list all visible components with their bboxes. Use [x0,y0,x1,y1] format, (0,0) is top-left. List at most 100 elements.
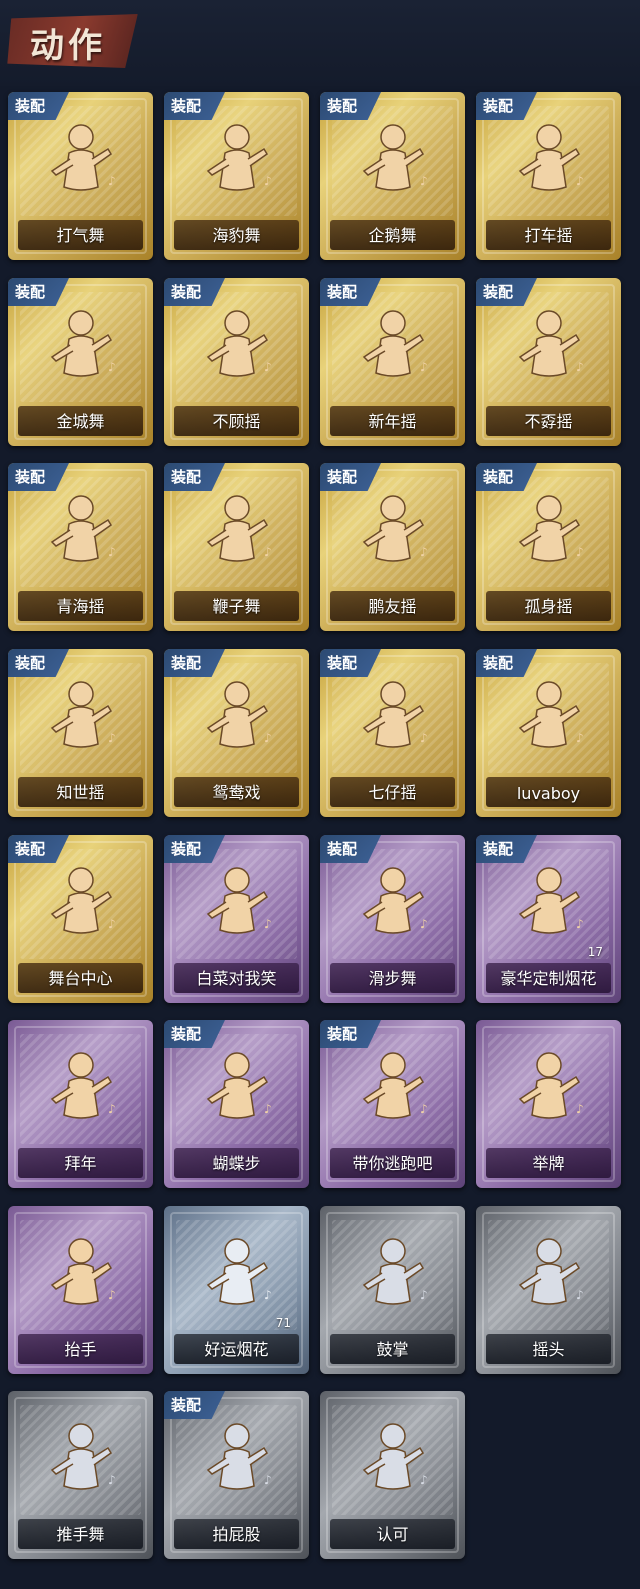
action-card[interactable]: ♪ 好运烟花 71 [164,1206,309,1374]
svg-text:♪: ♪ [576,917,584,931]
action-label: 豪华定制烟花 [500,969,597,988]
item-count: 71 [275,1316,291,1330]
svg-text:♪: ♪ [420,360,428,374]
dance-pose-icon: ♪ [8,853,153,953]
svg-text:♪: ♪ [420,174,428,188]
svg-text:♪: ♪ [108,1288,116,1302]
firework-can-icon: ♪ [164,1224,309,1324]
svg-text:♪: ♪ [576,360,584,374]
action-card[interactable]: ♪ 新年摇 装配 [320,278,465,446]
action-label: 打气舞 [56,226,105,245]
dance-pose-icon: ♪ [164,667,309,767]
action-label: 打车摇 [524,226,573,245]
raise-hand-icon: ♪ [8,1224,153,1324]
action-card[interactable]: ♪ 舞台中心 装配 [8,835,153,1003]
svg-text:♪: ♪ [264,917,272,931]
action-card[interactable]: ♪ 七仔摇 装配 [320,649,465,817]
action-card[interactable]: ♪ 打气舞 装配 [8,92,153,260]
svg-text:♪: ♪ [576,174,584,188]
dance-pose-icon: ♪ [164,853,309,953]
action-card[interactable]: ♪ 拍屁股 装配 [164,1391,309,1559]
shake-head-icon: ♪ [476,1224,621,1324]
action-card[interactable]: ♪ 拜年 [8,1020,153,1188]
action-card[interactable]: ♪ 孤身摇 装配 [476,463,621,631]
action-label: 拜年 [64,1154,97,1173]
svg-text:♪: ♪ [420,917,428,931]
action-label: 好运烟花 [204,1340,269,1359]
svg-text:♪: ♪ [420,1288,428,1302]
svg-text:♪: ♪ [264,731,272,745]
svg-text:♪: ♪ [108,545,116,559]
greeting-pose-icon: ♪ [8,1038,153,1138]
svg-text:♪: ♪ [264,1102,272,1116]
action-label: 青海摇 [56,597,105,616]
action-card[interactable]: ♪ 豪华定制烟花 装配 17 [476,835,621,1003]
clap-icon: ♪ [320,1224,465,1324]
dance-pose-icon: ♪ [476,296,621,396]
action-label: 不孬摇 [524,412,573,431]
dance-pose-icon: ♪ [320,481,465,581]
svg-text:♪: ♪ [108,360,116,374]
item-count: 17 [587,945,603,959]
action-label: 举牌 [532,1154,565,1173]
action-card[interactable]: ♪ 不孬摇 装配 [476,278,621,446]
action-card[interactable]: ♪ 鸳鸯戏 装配 [164,649,309,817]
dance-pose-icon: ♪ [8,110,153,210]
action-label: 鼓掌 [376,1340,409,1359]
svg-text:♪: ♪ [576,1288,584,1302]
hold-sign-icon: ♪ [476,1038,621,1138]
action-label: 鸳鸯戏 [212,783,261,802]
action-label: 摇头 [532,1340,565,1359]
thumbs-up-icon: ♪ [320,1409,465,1509]
dance-pose-icon: ♪ [164,296,309,396]
svg-text:♪: ♪ [576,731,584,745]
pat-icon: ♪ [164,1409,309,1509]
dance-pose-icon: ♪ [164,481,309,581]
action-card[interactable]: ♪ 鞭子舞 装配 [164,463,309,631]
dance-pose-icon: ♪ [320,1038,465,1138]
action-card[interactable]: ♪ 抬手 [8,1206,153,1374]
action-label: 鞭子舞 [212,597,261,616]
action-label: 舞台中心 [48,969,113,988]
action-card[interactable]: ♪ 蝴蝶步 装配 [164,1020,309,1188]
action-card[interactable]: ♪ 海豹舞 装配 [164,92,309,260]
action-label: 白菜对我笑 [196,969,277,988]
action-label: 抬手 [64,1340,97,1359]
action-label: 新年摇 [368,412,417,431]
action-label: 推手舞 [56,1525,105,1544]
action-label: 企鹅舞 [368,226,417,245]
push-hands-icon: ♪ [8,1409,153,1509]
action-card[interactable]: ♪ 企鹅舞 装配 [320,92,465,260]
svg-text:♪: ♪ [108,731,116,745]
action-card[interactable]: ♪ 认可 [320,1391,465,1559]
action-card[interactable]: ♪ 金城舞 装配 [8,278,153,446]
action-card[interactable]: ♪ 打车摇 装配 [476,92,621,260]
svg-text:♪: ♪ [264,545,272,559]
action-card[interactable]: ♪ luvaboy 装配 [476,649,621,817]
svg-text:♪: ♪ [576,1102,584,1116]
dance-pose-icon: ♪ [320,296,465,396]
action-card[interactable]: ♪ 白菜对我笑 装配 [164,835,309,1003]
svg-text:♪: ♪ [108,1102,116,1116]
action-label: 孤身摇 [524,597,573,616]
action-card[interactable]: ♪ 推手舞 [8,1391,153,1559]
action-card[interactable]: ♪ 摇头 [476,1206,621,1374]
action-card[interactable]: ♪ 滑步舞 装配 [320,835,465,1003]
action-label: 带你逃跑吧 [352,1154,433,1173]
action-card[interactable]: ♪ 青海摇 装配 [8,463,153,631]
action-label: 滑步舞 [368,969,417,988]
action-label: 蝴蝶步 [212,1154,261,1173]
action-card[interactable]: ♪ 带你逃跑吧 装配 [320,1020,465,1188]
action-card[interactable]: ♪ 鹏友摇 装配 [320,463,465,631]
action-card[interactable]: ♪ 举牌 [476,1020,621,1188]
dance-pose-icon: ♪ [320,853,465,953]
action-label: 拍屁股 [212,1525,261,1544]
action-card[interactable]: ♪ 不顾摇 装配 [164,278,309,446]
actions-grid: ♪ 打气舞 装配 ♪ 海豹舞 装配 ♪ 企鹅舞 装配 ♪ 打车摇 装配 ♪ 金城舞 装配 ♪ 不顾摇 装配 ♪ 新年摇… [0,0,640,1589]
dance-pose-icon: ♪ [8,667,153,767]
action-card[interactable]: ♪ 知世摇 装配 [8,649,153,817]
action-card[interactable]: ♪ 鼓掌 [320,1206,465,1374]
svg-text:♪: ♪ [420,731,428,745]
dance-pose-icon: ♪ [8,481,153,581]
svg-text:♪: ♪ [108,917,116,931]
